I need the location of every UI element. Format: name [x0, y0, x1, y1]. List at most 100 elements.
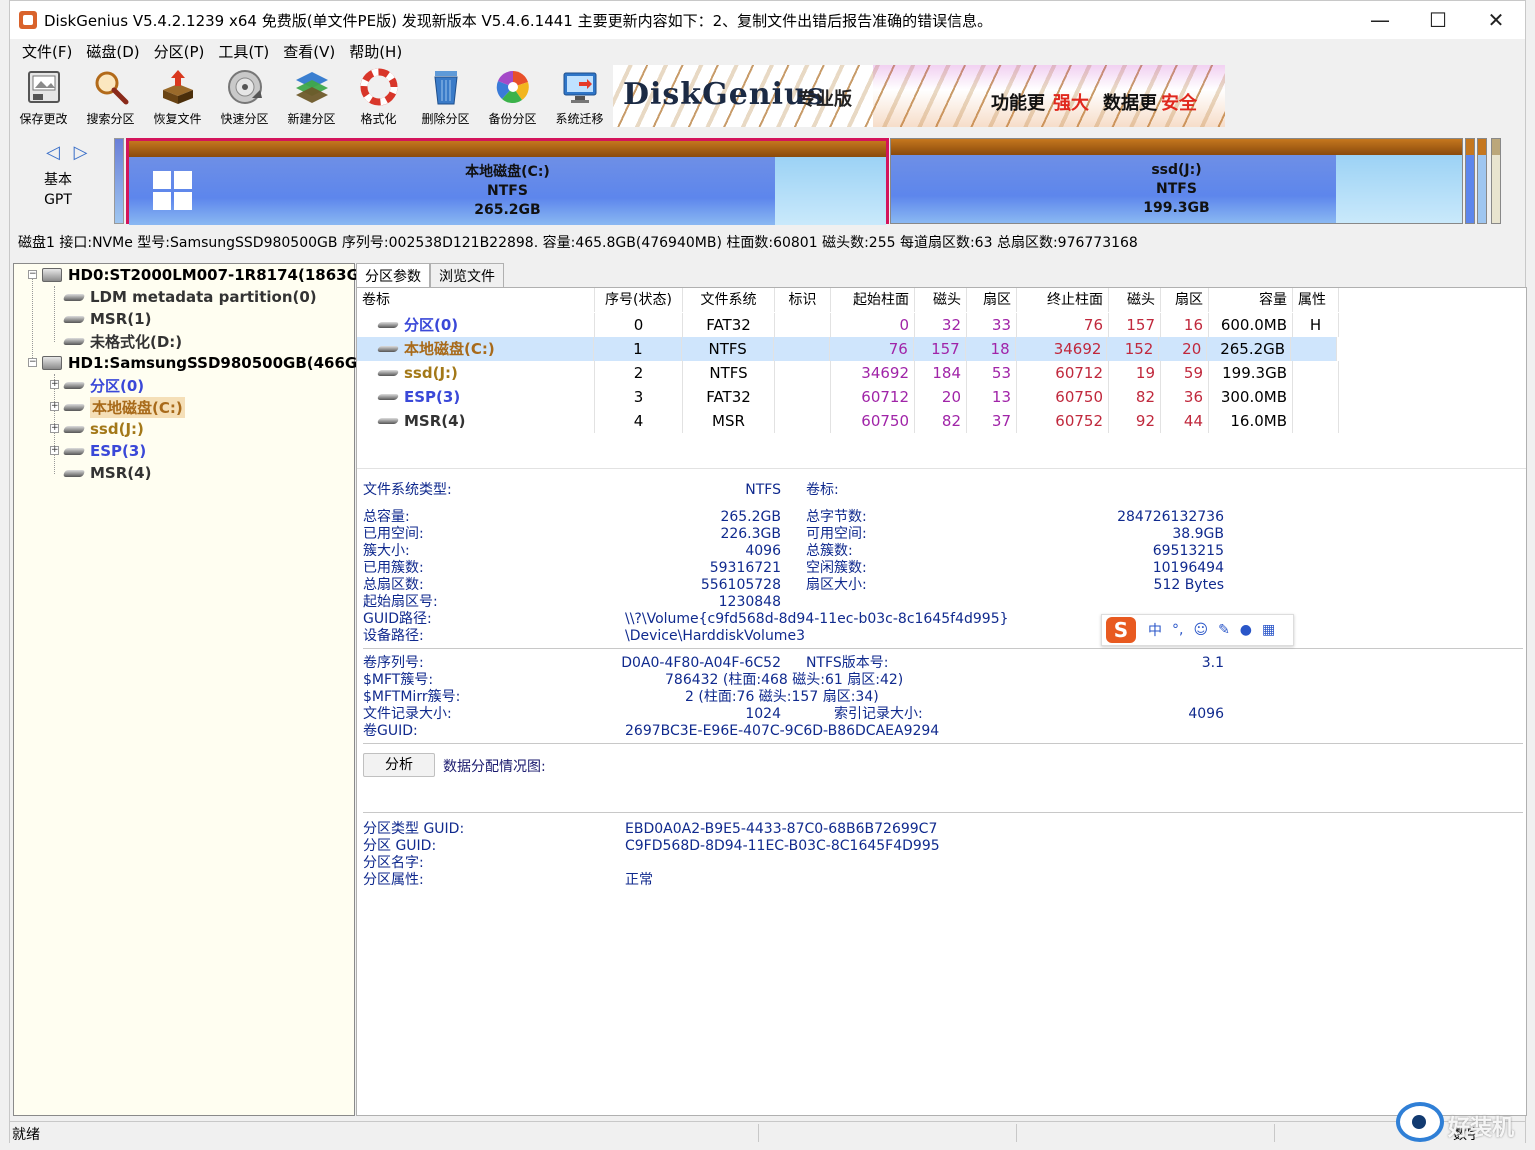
- ime-toolbar[interactable]: S 中 °, ☺ ✎ ● ▦: [1101, 614, 1294, 646]
- new-partition-label: 新建分区: [287, 112, 336, 126]
- table-row[interactable]: 分区(0) 0 FAT32 0 32 33 76 157 16 600.0MB …: [357, 313, 1528, 337]
- microphone-icon[interactable]: ●: [1240, 622, 1252, 638]
- disk-info-line: 磁盘1 接口:NVMe 型号:SamsungSSD980500GB 序列号:00…: [18, 235, 1138, 251]
- disk-map-unallocated[interactable]: [1491, 138, 1501, 224]
- table-empty-row: [357, 433, 1528, 467]
- recover-files-button[interactable]: 恢复文件: [144, 63, 211, 129]
- analyze-button[interactable]: 分析: [363, 753, 435, 777]
- partition-icon: [62, 469, 86, 477]
- minimize-button[interactable]: —: [1351, 1, 1409, 39]
- expand-toggle[interactable]: +: [50, 446, 59, 455]
- tree-disk1[interactable]: HD1:SamsungSSD980500GB(466GB): [42, 352, 376, 374]
- pen-icon[interactable]: ✎: [1218, 622, 1230, 638]
- format-label: 格式化: [360, 112, 397, 126]
- format-button[interactable]: 格式化: [345, 63, 412, 129]
- system-migration-button[interactable]: 系统迁移: [546, 63, 613, 129]
- disk-map-partition-j[interactable]: ssd(J:) NTFS 199.3GB: [890, 138, 1463, 224]
- delete-partition-label: 删除分区: [421, 112, 470, 126]
- disk-map-esp[interactable]: [1465, 138, 1475, 224]
- tree-item[interactable]: 分区(0): [62, 374, 144, 396]
- col-start-sector[interactable]: 扇区: [967, 288, 1017, 312]
- ntfs-labels: 卷序列号: $MFT簇号: $MFTMirr簇号: 文件记录大小: 卷GUID:: [363, 655, 461, 739]
- emoji-icon[interactable]: ☺: [1193, 622, 1208, 638]
- disk-map-partition-c[interactable]: 本地磁盘(C:) NTFS 265.2GB: [126, 138, 889, 225]
- title-bar: DiskGenius V5.4.2.1239 x64 免费版(单文件PE版) 发…: [10, 1, 1525, 39]
- disk-map: ◁ ▷ 基本 GPT 本地磁盘(C:) NTFS 265.2GB ssd(J:)…: [10, 134, 1525, 228]
- mft-cluster-value: 786432 (柱面:468 磁头:61 扇区:42): [665, 672, 904, 688]
- col-end-cylinder[interactable]: 终止柱面: [1017, 288, 1109, 312]
- col-end-head[interactable]: 磁头: [1109, 288, 1161, 312]
- backup-partition-button[interactable]: 备份分区: [479, 63, 546, 129]
- recover-files-label: 恢复文件: [153, 112, 202, 126]
- col-id[interactable]: 标识: [775, 288, 831, 312]
- record-size-value: 1024: [745, 706, 781, 722]
- grid-menu-icon[interactable]: ▦: [1262, 622, 1275, 638]
- partition-icon: [376, 346, 400, 352]
- tree-item[interactable]: MSR(4): [62, 462, 151, 484]
- tree-item[interactable]: LDM metadata partition(0): [62, 286, 317, 308]
- menu-disk[interactable]: 磁盘(D): [79, 41, 146, 62]
- tree-disk0[interactable]: HD0:ST2000LM007-1R8174(1863GB): [42, 264, 377, 286]
- expand-toggle[interactable]: +: [50, 380, 59, 389]
- toolbar: 保存更改 搜索分区 恢复文件 快速分区 新建分区 格式化 删除分区 备份分区 系…: [10, 63, 1525, 131]
- disk-nav-arrows[interactable]: ◁ ▷: [46, 142, 91, 163]
- expand-toggle[interactable]: −: [28, 358, 37, 367]
- close-button[interactable]: ✕: [1467, 1, 1525, 39]
- table-row[interactable]: ESP(3) 3 FAT32 60712 20 13 60750 82 36 3…: [357, 385, 1528, 409]
- tree-item[interactable]: 未格式化(D:): [62, 330, 182, 352]
- disk-type-gpt: GPT: [44, 192, 72, 208]
- banner-slogan-2: 强大: [1053, 93, 1089, 114]
- col-capacity[interactable]: 容量: [1209, 288, 1293, 312]
- tree-item[interactable]: ssd(J:): [62, 418, 144, 440]
- maximize-button[interactable]: ☐: [1409, 1, 1467, 39]
- table-row-selected[interactable]: 本地磁盘(C:) 1 NTFS 76 157 18 34692 152 20 2…: [357, 337, 1337, 361]
- menu-partition[interactable]: 分区(P): [147, 41, 212, 62]
- delete-partition-button[interactable]: 删除分区: [412, 63, 479, 129]
- disk-map-small-partition[interactable]: [114, 138, 124, 224]
- save-changes-label: 保存更改: [19, 112, 68, 126]
- partition-icon: [376, 322, 400, 328]
- sogou-logo-icon[interactable]: S: [1106, 617, 1136, 643]
- col-start-head[interactable]: 磁头: [915, 288, 967, 312]
- partition-icon: [62, 315, 86, 323]
- ime-mode-toggle[interactable]: 中: [1148, 620, 1162, 640]
- quick-partition-button[interactable]: 快速分区: [211, 63, 278, 129]
- col-start-cylinder[interactable]: 起始柱面: [831, 288, 915, 312]
- promo-banner[interactable]: DiskGenius 专业版 功能更 强大 数据更 安全: [613, 65, 1225, 127]
- col-volume[interactable]: 卷标: [357, 288, 595, 312]
- menu-help[interactable]: 帮助(H): [342, 41, 409, 62]
- col-filesystem[interactable]: 文件系统: [683, 288, 775, 312]
- tree-item[interactable]: ESP(3): [62, 440, 146, 462]
- fs-right-values: 284726132736 38.9GB 69513215 10196494 51…: [1117, 509, 1224, 593]
- disk-map-c-size: 265.2GB: [474, 202, 541, 218]
- col-end-sector[interactable]: 扇区: [1161, 288, 1209, 312]
- col-attr[interactable]: 属性: [1293, 288, 1339, 312]
- fs-type-label: 文件系统类型:: [363, 482, 452, 498]
- menu-view[interactable]: 查看(V): [276, 41, 342, 62]
- new-partition-button[interactable]: 新建分区: [278, 63, 345, 129]
- disk-type-basic: 基本: [44, 172, 72, 188]
- col-index[interactable]: 序号(状态): [595, 288, 683, 312]
- index-size-value: 4096: [1188, 706, 1224, 722]
- expand-toggle[interactable]: +: [50, 402, 59, 411]
- ime-punctuation-toggle[interactable]: °,: [1172, 622, 1183, 638]
- watermark-logo-icon: [1396, 1102, 1444, 1142]
- table-row[interactable]: ssd(J:) 2 NTFS 34692 184 53 60712 19 59 …: [357, 361, 1528, 385]
- save-changes-button[interactable]: 保存更改: [10, 63, 77, 129]
- tab-browse-files[interactable]: 浏览文件: [430, 263, 504, 287]
- table-row[interactable]: MSR(4) 4 MSR 60750 82 37 60752 92 44 16.…: [357, 409, 1528, 433]
- backup-partition-label: 备份分区: [488, 112, 537, 126]
- search-partition-button[interactable]: 搜索分区: [77, 63, 144, 129]
- allocation-map-label: 数据分配情况图:: [443, 759, 546, 775]
- tab-partition-params[interactable]: 分区参数: [356, 263, 430, 287]
- menu-file[interactable]: 文件(F): [15, 41, 79, 62]
- expand-toggle[interactable]: −: [28, 270, 37, 279]
- gpt-values: EBD0A0A2-B9E5-4433-87C0-68B6B72699C7 C9F…: [625, 821, 940, 888]
- expand-toggle[interactable]: +: [50, 424, 59, 433]
- tree-item-selected[interactable]: 本地磁盘(C:): [62, 396, 185, 418]
- menu-tools[interactable]: 工具(T): [211, 41, 276, 62]
- banner-subtitle: 专业版: [798, 89, 852, 110]
- disk-map-msr[interactable]: [1477, 138, 1487, 224]
- tree-item[interactable]: MSR(1): [62, 308, 151, 330]
- partition-icon: [376, 370, 400, 376]
